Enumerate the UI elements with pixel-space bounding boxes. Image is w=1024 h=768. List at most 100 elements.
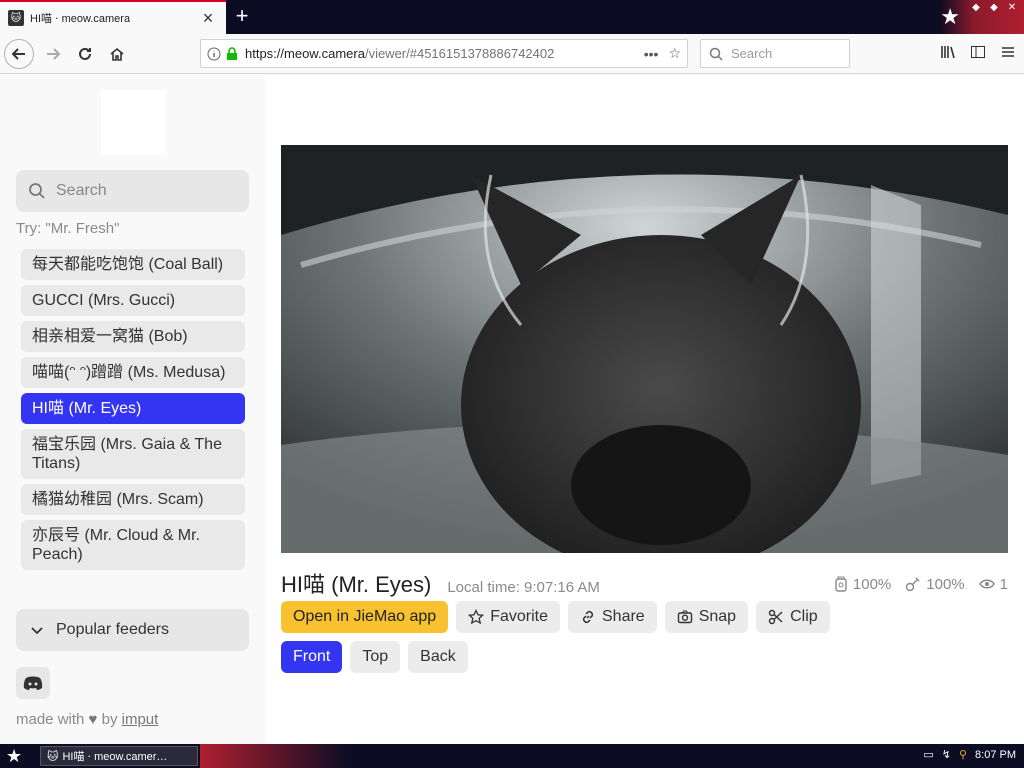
discord-button[interactable] xyxy=(16,667,50,699)
browser-tab[interactable]: 🐱 HI喵 ‧ meow.camera × xyxy=(0,0,226,34)
browser-search-placeholder: Search xyxy=(731,46,773,61)
camera-item-mrs-gucci[interactable]: GUCCI (Mrs. Gucci) xyxy=(21,285,245,316)
viewers-stat: 1 xyxy=(978,575,1008,593)
camera-title: HI喵 (Mr. Eyes) xyxy=(281,572,432,597)
popular-feeders-toggle[interactable]: Popular feeders xyxy=(16,609,249,651)
local-time: Local time: 9:07:16 AM xyxy=(447,579,600,596)
search-hint: Try: "Mr. Fresh" xyxy=(16,220,120,237)
clock[interactable]: 8:07 PM xyxy=(975,749,1016,761)
tab-title: HI喵 ‧ meow.camera xyxy=(30,13,131,25)
open-app-button[interactable]: Open in JieMao app xyxy=(281,601,449,633)
eye-icon xyxy=(978,579,995,589)
food-level: 100% xyxy=(852,575,892,593)
toolbar-right xyxy=(940,44,1016,60)
cat-favicon-icon: 🐱 xyxy=(8,10,24,26)
sidebar: Try: "Mr. Fresh" 每天都能吃饱饱 (Coal Ball) GUC… xyxy=(0,75,265,744)
camera-item-mrs-gaia[interactable]: 福宝乐园 (Mrs. Gaia & The Titans) xyxy=(21,429,245,479)
page: Try: "Mr. Fresh" 每天都能吃饱饱 (Coal Ball) GUC… xyxy=(0,75,1024,744)
chevron-down-icon xyxy=(31,627,43,635)
camera-stats: 100% 100% 1 xyxy=(834,576,1008,593)
page-actions-icon[interactable]: ••• xyxy=(644,46,659,62)
made-with-text: made with xyxy=(16,711,85,728)
camera-search-input[interactable] xyxy=(56,182,236,200)
browser-search-bar[interactable]: Search xyxy=(700,39,850,68)
view-front-label: Front xyxy=(293,648,331,665)
search-icon xyxy=(709,47,723,61)
url-text: https://meow.camera/viewer/#451615137888… xyxy=(245,46,644,61)
snap-label: Snap xyxy=(698,608,737,625)
network-icon[interactable]: ↯ xyxy=(942,748,951,761)
footer-credit: made with ♥ by imput xyxy=(16,711,158,728)
home-button[interactable] xyxy=(102,39,132,69)
minimize-icon[interactable]: ◆ xyxy=(970,2,982,14)
snack-icon xyxy=(906,577,920,592)
back-arrow-icon xyxy=(11,48,25,60)
view-top-button[interactable]: Top xyxy=(350,641,401,673)
nav-bar: https://meow.camera/viewer/#451615137888… xyxy=(0,34,1024,74)
url-path: /viewer/#4516151378886742402 xyxy=(364,46,555,61)
camera-item-coal-ball[interactable]: 每天都能吃饱饱 (Coal Ball) xyxy=(21,249,245,280)
search-tray-icon[interactable]: ⚲ xyxy=(959,748,967,761)
favorite-label: Favorite xyxy=(490,608,548,625)
scissors-icon xyxy=(768,609,783,625)
star-decoration-icon: ★ xyxy=(940,4,960,29)
snack-stat: 100% xyxy=(905,576,965,593)
link-icon xyxy=(582,610,594,624)
camera-item-mr-cloud[interactable]: 亦辰号 (Mr. Cloud & Mr. Peach) xyxy=(21,520,245,570)
back-button[interactable] xyxy=(4,39,34,69)
keyboard-icon[interactable]: ▭ xyxy=(923,748,933,761)
taskbar-window-title: HI喵 ‧ meow.camer… xyxy=(62,751,168,763)
close-window-icon[interactable]: ✕ xyxy=(1006,2,1018,14)
author-link[interactable]: imput xyxy=(122,711,159,728)
camera-item-ms-medusa[interactable]: 喵喵(ᵔ ᵔ)蹭蹭 (Ms. Medusa) xyxy=(21,357,245,388)
url-host: https://meow.camera xyxy=(245,46,365,61)
start-star-icon[interactable]: ★ xyxy=(6,746,22,767)
food-bag-icon xyxy=(835,576,847,592)
share-button[interactable]: Share xyxy=(568,601,657,633)
snap-button[interactable]: Snap xyxy=(664,601,749,633)
camera-view-selector: Front Top Back xyxy=(281,641,468,673)
open-app-label: Open in JieMao app xyxy=(293,608,437,625)
forward-button[interactable] xyxy=(38,39,68,69)
camera-item-mr-eyes[interactable]: HI喵 (Mr. Eyes) xyxy=(21,393,245,424)
forward-arrow-icon xyxy=(47,48,61,60)
sidebar-toggle-icon[interactable] xyxy=(970,44,986,60)
camera-item-mrs-scam[interactable]: 橘猫幼稚园 (Mrs. Scam) xyxy=(21,484,245,515)
url-actions: ••• ☆ xyxy=(644,45,681,62)
clip-label: Clip xyxy=(790,608,818,625)
viewer-count: 1 xyxy=(999,575,1008,593)
os-taskbar: ★ 🐱 HI喵 ‧ meow.camer… ▭ ↯ ⚲ 8:07 PM xyxy=(0,744,1024,768)
camera-actions: Open in JieMao app Favorite Share Snap C… xyxy=(281,601,830,633)
camera-video[interactable] xyxy=(281,145,1008,553)
bookmark-star-icon[interactable]: ☆ xyxy=(668,45,681,62)
camera-item-bob[interactable]: 相亲相爱一窝猫 (Bob) xyxy=(21,321,245,352)
discord-icon xyxy=(23,676,43,690)
taskbar-window-item[interactable]: 🐱 HI喵 ‧ meow.camer… xyxy=(40,746,198,766)
home-icon xyxy=(110,47,124,61)
clip-button[interactable]: Clip xyxy=(756,601,830,633)
camera-search[interactable] xyxy=(16,170,249,212)
url-bar[interactable]: https://meow.camera/viewer/#451615137888… xyxy=(200,39,688,68)
camera-icon xyxy=(677,610,692,624)
heart-icon: ♥ xyxy=(88,711,98,728)
new-tab-plus-icon[interactable]: + xyxy=(230,4,254,28)
info-icon[interactable] xyxy=(207,47,221,61)
share-label: Share xyxy=(602,608,645,625)
camera-list: 每天都能吃饱饱 (Coal Ball) GUCCI (Mrs. Gucci) 相… xyxy=(21,249,245,575)
menu-icon[interactable] xyxy=(1000,44,1016,60)
viewer-main: HI喵 (Mr. Eyes) Local time: 9:07:16 AM 10… xyxy=(265,75,1024,744)
favorite-button[interactable]: Favorite xyxy=(456,601,560,633)
site-logo[interactable] xyxy=(101,90,166,155)
reload-button[interactable] xyxy=(70,39,100,69)
popular-feeders-label: Popular feeders xyxy=(56,621,169,638)
view-front-button[interactable]: Front xyxy=(281,641,343,673)
close-tab-icon[interactable]: × xyxy=(198,9,218,27)
camera-info-row: HI喵 (Mr. Eyes) Local time: 9:07:16 AM 10… xyxy=(281,567,1008,597)
food-stat: 100% xyxy=(834,576,891,593)
cat-feed-image xyxy=(281,145,1008,553)
view-top-label: Top xyxy=(362,648,389,665)
search-icon xyxy=(29,183,45,199)
view-back-button[interactable]: Back xyxy=(408,641,468,673)
library-icon[interactable] xyxy=(940,44,956,60)
maximize-icon[interactable]: ◆ xyxy=(988,2,1000,14)
